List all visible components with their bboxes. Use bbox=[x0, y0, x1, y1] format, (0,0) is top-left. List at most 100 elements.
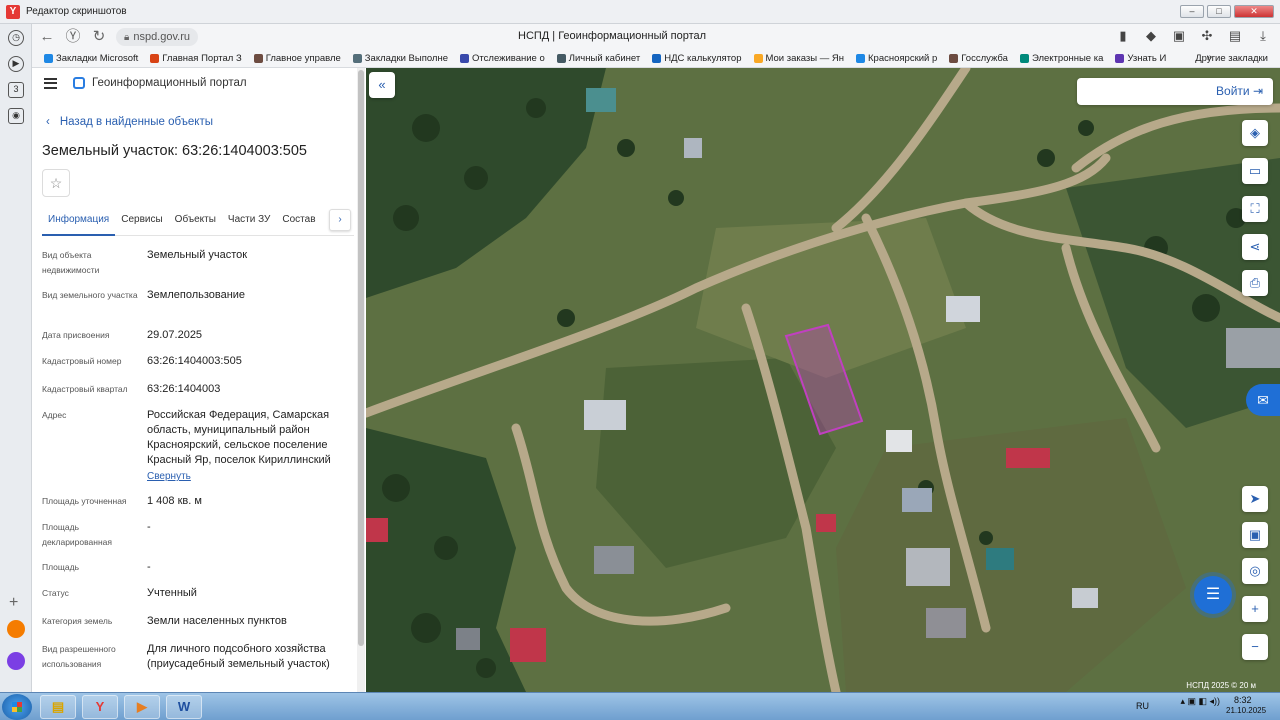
bookmark-item[interactable]: Закладки Microsoft bbox=[44, 53, 138, 64]
play-icon[interactable]: ▶ bbox=[8, 56, 24, 72]
add-panel-icon[interactable]: + bbox=[9, 594, 18, 612]
tabs-scroll-right-button[interactable]: › bbox=[329, 209, 351, 231]
attribute-value: Для личного подсобного хозяйства (приуса… bbox=[147, 642, 347, 672]
bookmark-icon[interactable]: ▮ bbox=[1116, 28, 1130, 44]
bookmark-icon bbox=[460, 54, 470, 63]
select-area-icon[interactable]: ⛶ bbox=[1242, 196, 1268, 222]
search-location-icon[interactable]: ◎ bbox=[1242, 558, 1268, 584]
print-icon[interactable]: ⎙ bbox=[1242, 270, 1268, 296]
attribute-value-text: 1 408 кв. м bbox=[147, 495, 202, 507]
badge-icon[interactable]: 3 bbox=[8, 82, 24, 98]
bookmark-label: Отслеживание о bbox=[472, 53, 545, 64]
bookmark-label: Красноярский р bbox=[868, 53, 938, 64]
favorite-star-button[interactable]: ☆ bbox=[42, 169, 70, 197]
back-to-results-link[interactable]: ‹ Назад в найденные объекты bbox=[46, 116, 213, 128]
bookmark-item[interactable]: Красноярский р bbox=[856, 53, 937, 64]
address-bar[interactable]: 🔒︎ nspd.gov.ru bbox=[116, 28, 198, 46]
map-view[interactable]: « Войти ⇥ ◈ ▭ ⛶ ⋖ ⎙ ✉ ➤ ▣ ◎ + − ☰ НСПД 2… bbox=[366, 68, 1280, 692]
start-button[interactable] bbox=[2, 694, 32, 720]
attribute-value: Земли населенных пунктов bbox=[147, 614, 347, 629]
attribute-value: 63:26:1404003 bbox=[147, 382, 347, 397]
collapse-address-link[interactable]: Свернуть bbox=[147, 469, 347, 484]
attribute-value-text: 29.07.2025 bbox=[147, 329, 203, 341]
tab-2[interactable]: Объекты bbox=[169, 212, 222, 236]
reader-icon[interactable]: ▣ bbox=[1172, 28, 1186, 44]
bookmark-icon bbox=[1019, 54, 1029, 63]
zoom-out-button[interactable]: − bbox=[1242, 634, 1268, 660]
minimize-button[interactable]: – bbox=[1180, 5, 1204, 18]
history-icon[interactable]: ◷ bbox=[8, 30, 24, 46]
attribute-value-text: Российская Федерация, Самарская область,… bbox=[147, 409, 331, 466]
tray-icons[interactable]: ▴ ▣ ◧ ◂)) bbox=[1180, 696, 1220, 707]
chat-icon[interactable]: ☰ bbox=[1194, 576, 1232, 614]
attribute-label: Площадь декларированная bbox=[42, 522, 112, 547]
other-bookmarks-folder[interactable]: Другие закладки bbox=[1195, 53, 1268, 64]
reload-icon[interactable]: ↻ bbox=[88, 27, 110, 47]
media-player-task-icon[interactable]: ▶ bbox=[124, 695, 160, 719]
tab-1[interactable]: Сервисы bbox=[115, 212, 168, 236]
maximize-button[interactable]: □ bbox=[1207, 5, 1231, 18]
attribute-value-text: Земельный участок bbox=[147, 249, 248, 261]
bookmark-icon bbox=[352, 54, 362, 63]
bookmark-item[interactable]: Узнать И bbox=[1115, 53, 1166, 64]
bookmark-icon bbox=[856, 54, 866, 63]
clock-time[interactable]: 8:32 bbox=[1234, 695, 1252, 705]
bookmarks-bar: Закладки Microsoft Главная Портал З Главно… bbox=[32, 50, 1280, 68]
tab-0[interactable]: Информация bbox=[42, 212, 116, 236]
attribute-value-text: - bbox=[147, 561, 151, 573]
bookmark-item[interactable]: Главная Портал З bbox=[150, 53, 242, 64]
portal-name: Геоинформационный портал bbox=[92, 77, 247, 89]
panel-scrollbar[interactable] bbox=[357, 68, 365, 692]
extensions-icon[interactable]: ✣ bbox=[1200, 28, 1214, 44]
bookmark-label: Главная Портал З bbox=[162, 53, 242, 64]
tab-4[interactable]: Состав bbox=[276, 212, 321, 236]
bookmark-item[interactable]: НДС калькулятор bbox=[652, 53, 742, 64]
window-titlebar: Y Редактор скриншотов – □ ✕ bbox=[0, 0, 1280, 24]
login-bar: Войти ⇥ bbox=[1077, 78, 1273, 105]
bookmark-item[interactable]: Личный кабинет bbox=[556, 53, 640, 64]
download-icon[interactable]: ⤓ bbox=[1256, 28, 1270, 44]
yandex-button-icon[interactable]: Ⓨ bbox=[62, 27, 84, 47]
translate-icon[interactable]: ▤ bbox=[1228, 28, 1242, 44]
protect-icon[interactable]: ◆ bbox=[1144, 28, 1158, 44]
window-controls: – □ ✕ bbox=[1180, 5, 1274, 18]
clock-date[interactable]: 21.10.2025 bbox=[1226, 706, 1266, 715]
share-icon[interactable]: ⋖ bbox=[1242, 234, 1268, 260]
zoom-in-button[interactable]: + bbox=[1242, 596, 1268, 622]
login-button[interactable]: Войти ⇥ bbox=[1216, 84, 1263, 98]
language-indicator[interactable]: RU bbox=[1136, 701, 1149, 711]
bookmark-item[interactable]: Мои заказы — Ян bbox=[753, 53, 845, 64]
bookmark-item[interactable]: Отслеживание о bbox=[460, 53, 545, 64]
layers-icon[interactable]: ◈ bbox=[1242, 120, 1268, 146]
attribute-label: Статус bbox=[42, 588, 69, 598]
close-button[interactable]: ✕ bbox=[1234, 5, 1274, 18]
back-arrow-icon[interactable]: ← bbox=[36, 27, 58, 47]
bookmark-item[interactable]: Электронные ка bbox=[1019, 53, 1104, 64]
geolocation-icon[interactable]: ➤ bbox=[1242, 486, 1268, 512]
bookmark-item[interactable]: Закладки Выполне bbox=[352, 53, 448, 64]
yandex-task-icon[interactable]: Y bbox=[82, 695, 118, 719]
bookmark-item[interactable]: Главное управле bbox=[253, 53, 341, 64]
ruler-icon[interactable]: ▭ bbox=[1242, 158, 1268, 184]
attribute-label: Дата присвоения bbox=[42, 330, 110, 340]
shopping-icon[interactable] bbox=[7, 620, 25, 638]
minimap-icon[interactable]: ▣ bbox=[1242, 522, 1268, 548]
bookmark-label: Электронные ка bbox=[1031, 53, 1104, 64]
explorer-task-icon[interactable]: ▤ bbox=[40, 695, 76, 719]
bookmark-icon bbox=[44, 54, 53, 63]
bookmark-label: Мои заказы — Ян bbox=[765, 53, 845, 64]
bookmark-item[interactable]: Госслужба bbox=[949, 53, 1008, 64]
assistant-icon[interactable]: ✉ bbox=[1246, 384, 1280, 416]
screen: Y Редактор скриншотов – □ ✕ ◷ ▶ 3 ◉ + ← … bbox=[0, 0, 1280, 720]
screenshot-icon[interactable]: ◉ bbox=[8, 108, 24, 124]
alice-icon[interactable] bbox=[7, 652, 25, 670]
attribute-value-text: Учтенный bbox=[147, 587, 197, 599]
word-task-icon[interactable]: W bbox=[166, 695, 202, 719]
attribute-value: Учтенный bbox=[147, 586, 347, 601]
scrollbar-thumb[interactable] bbox=[358, 70, 364, 646]
bookmark-label: Узнать И bbox=[1127, 53, 1167, 64]
menu-icon[interactable] bbox=[44, 77, 57, 89]
windows-logo-icon bbox=[12, 702, 22, 712]
tab-3[interactable]: Части ЗУ bbox=[222, 212, 276, 236]
collapse-panel-button[interactable]: « bbox=[369, 72, 395, 98]
